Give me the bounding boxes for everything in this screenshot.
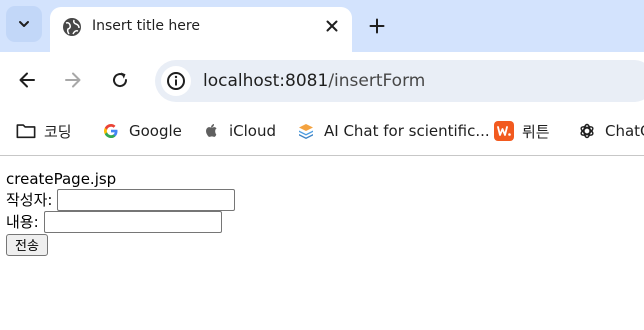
reload-icon xyxy=(113,72,128,88)
writer-input[interactable] xyxy=(57,189,236,211)
plus-icon xyxy=(369,18,385,34)
url-text: localhost:8081/insertForm xyxy=(203,71,425,91)
tab-close-button[interactable] xyxy=(322,16,342,36)
submit-button[interactable]: 전송 xyxy=(6,233,48,256)
new-tab-button[interactable] xyxy=(366,15,388,37)
folder-icon xyxy=(16,121,36,141)
tab-search-button[interactable] xyxy=(6,6,42,42)
bookmark-ai-chat[interactable]: AI Chat for scientific... xyxy=(296,120,490,142)
arrow-left-icon xyxy=(19,72,35,88)
bookmarks-bar: 코딩 Google iCloud AI Chat for scientific.… xyxy=(0,108,644,156)
bookmark-folder-coding[interactable]: 코딩 xyxy=(16,120,72,142)
apple-icon xyxy=(201,121,221,141)
openai-icon xyxy=(577,121,597,141)
chevron-down-icon xyxy=(19,21,29,27)
address-bar[interactable]: localhost:8081/insertForm xyxy=(155,60,644,102)
bookmark-chatgpt[interactable]: ChatG xyxy=(577,120,644,142)
info-icon xyxy=(167,72,185,90)
bookmark-label: Google xyxy=(129,122,182,140)
submit-row: 전송 xyxy=(6,233,644,256)
reload-button[interactable] xyxy=(108,68,132,92)
tab-strip: Insert title here xyxy=(0,0,644,52)
content-input[interactable] xyxy=(43,211,222,233)
writer-row: 작성자: xyxy=(6,189,644,211)
bookmark-google[interactable]: Google xyxy=(101,120,182,142)
bookmark-label: ChatG xyxy=(605,122,644,140)
close-icon xyxy=(326,20,338,32)
content-label: 내용: xyxy=(6,213,39,231)
bookmark-label: AI Chat for scientific... xyxy=(324,122,490,140)
writer-label: 작성자: xyxy=(6,191,53,209)
page-heading: createPage.jsp xyxy=(6,170,117,188)
content-row: 내용: xyxy=(6,211,644,233)
active-tab[interactable]: Insert title here xyxy=(50,7,352,52)
wrtn-icon xyxy=(494,121,514,141)
back-button[interactable] xyxy=(15,68,39,92)
bookmark-label: iCloud xyxy=(229,122,277,140)
bookmark-wrtn[interactable]: 뤼튼 xyxy=(494,120,550,142)
bookmark-label: 뤼튼 xyxy=(522,122,550,141)
globe-icon xyxy=(63,18,81,36)
forward-button[interactable] xyxy=(61,68,85,92)
bookmark-icloud[interactable]: iCloud xyxy=(201,120,276,142)
arrow-right-icon xyxy=(65,72,81,88)
page-content: createPage.jsp 작성자: 내용: 전송 xyxy=(0,157,644,330)
site-info-button[interactable] xyxy=(161,66,191,96)
url-path: /insertForm xyxy=(328,71,426,91)
bookmark-label: 코딩 xyxy=(44,122,72,141)
toolbar: localhost:8081/insertForm xyxy=(0,52,644,108)
url-host: localhost:8081 xyxy=(203,71,329,91)
scispace-icon xyxy=(296,121,316,141)
tab-title: Insert title here xyxy=(92,18,200,34)
google-icon xyxy=(101,121,121,141)
